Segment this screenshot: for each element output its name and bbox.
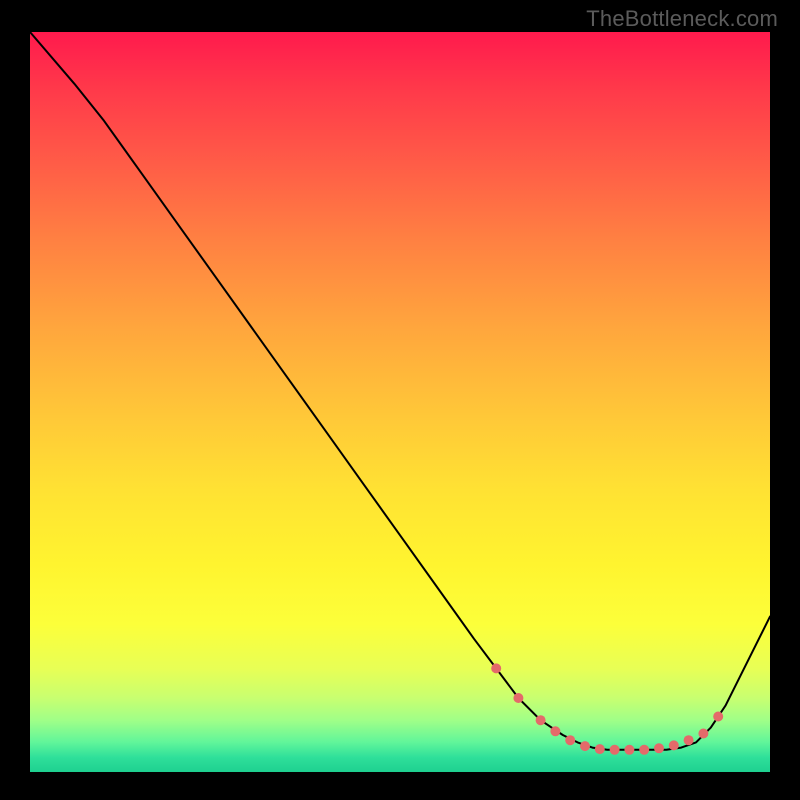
- trough-marker: [550, 726, 560, 736]
- trough-marker: [698, 729, 708, 739]
- curve-svg: [30, 32, 770, 772]
- trough-markers-group: [491, 663, 723, 754]
- trough-marker: [565, 735, 575, 745]
- trough-marker: [580, 741, 590, 751]
- trough-marker: [536, 715, 546, 725]
- trough-marker: [684, 735, 694, 745]
- trough-marker: [595, 744, 605, 754]
- chart-frame: TheBottleneck.com: [0, 0, 800, 800]
- trough-marker: [713, 712, 723, 722]
- bottleneck-curve: [30, 32, 770, 750]
- trough-marker: [513, 693, 523, 703]
- trough-marker: [624, 745, 634, 755]
- plot-area: [30, 32, 770, 772]
- trough-marker: [491, 663, 501, 673]
- trough-marker: [639, 745, 649, 755]
- watermark-text: TheBottleneck.com: [586, 6, 778, 32]
- trough-marker: [654, 743, 664, 753]
- trough-marker: [610, 745, 620, 755]
- trough-marker: [669, 740, 679, 750]
